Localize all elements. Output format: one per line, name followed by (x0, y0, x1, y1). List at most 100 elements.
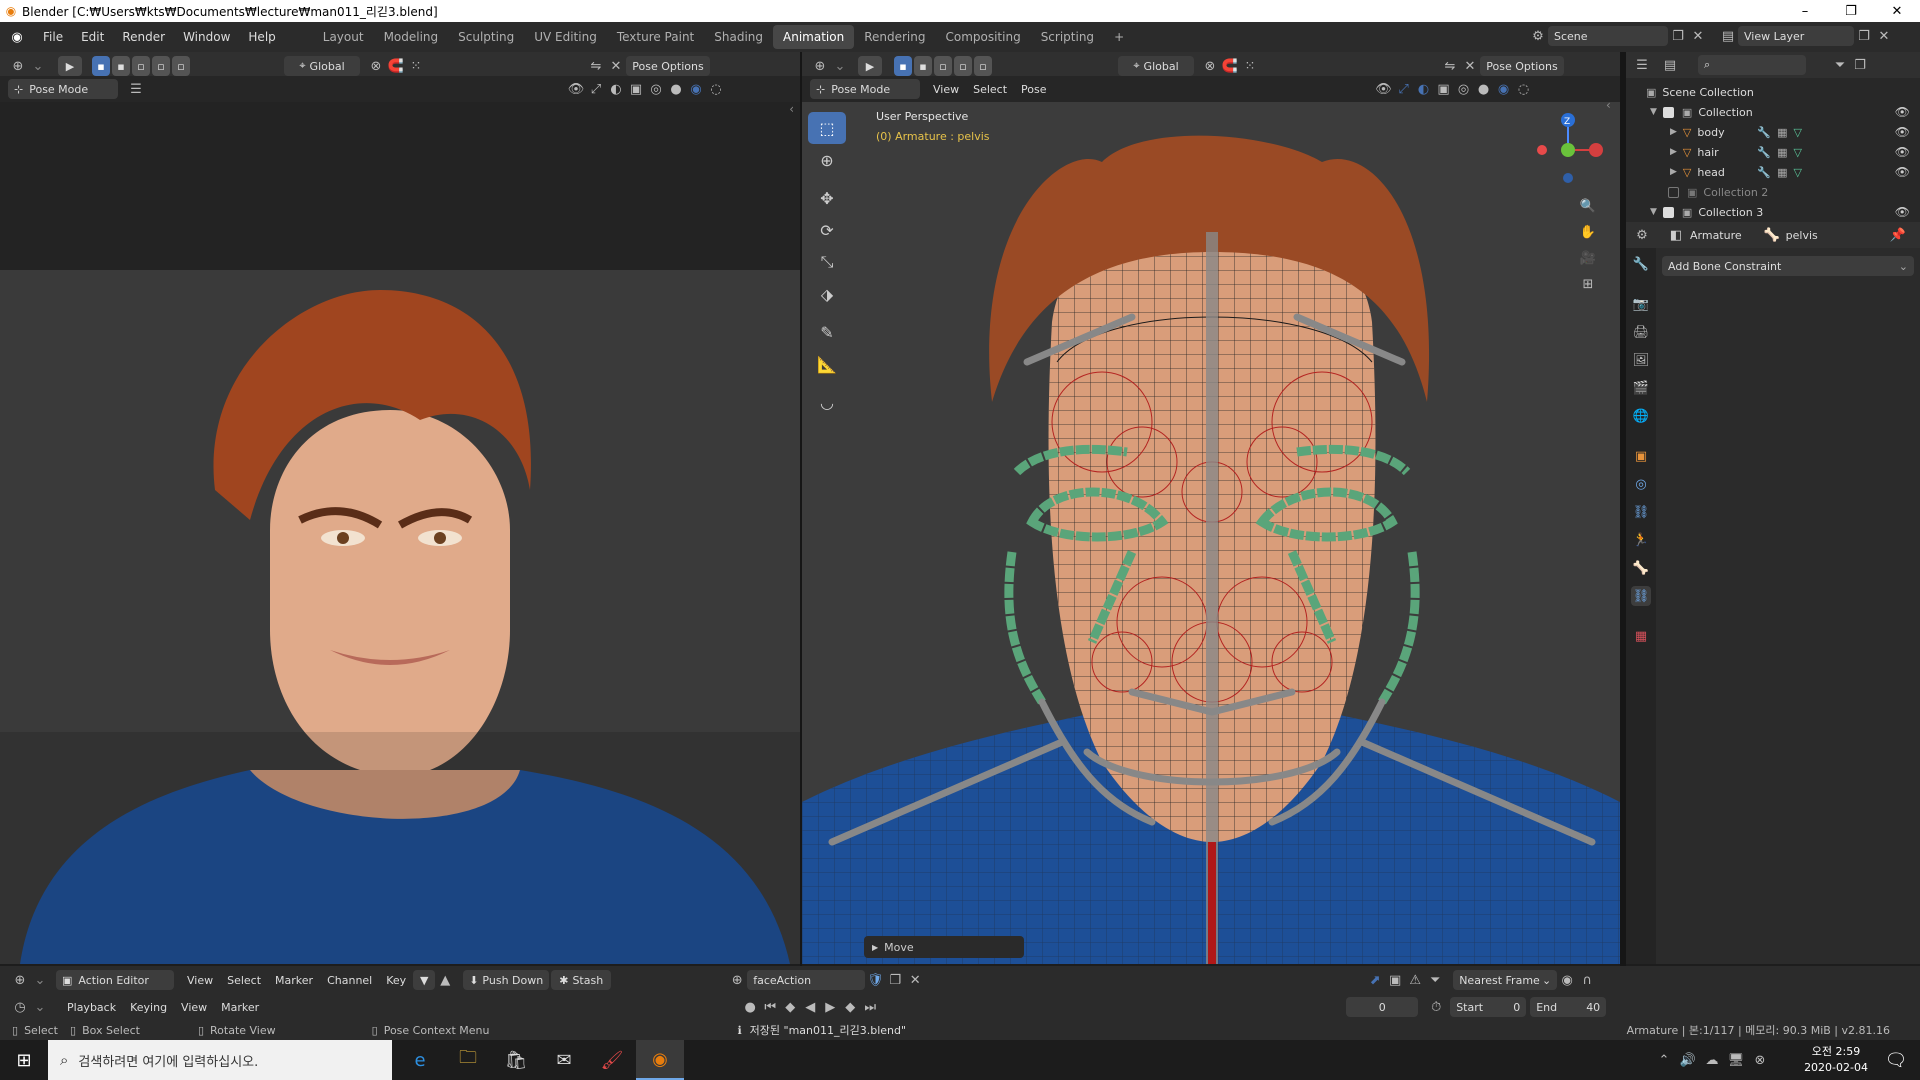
visibility-eye-icon[interactable]: 👁 (1895, 205, 1910, 219)
menu-view[interactable]: View (174, 996, 214, 1018)
select-mode-invert-icon[interactable]: ▫ (954, 56, 972, 76)
network-icon[interactable]: 🖥 (1726, 1050, 1746, 1070)
windows-start-icon[interactable]: ⊞ (0, 1040, 48, 1080)
workspace-tab-uv-editing[interactable]: UV Editing (524, 25, 607, 49)
menu-key[interactable]: Key (379, 969, 413, 991)
action-browse-icon[interactable]: ⊕ (727, 970, 747, 990)
mirror-icon[interactable]: ⇋ (586, 56, 606, 76)
menu-view[interactable]: View (926, 78, 966, 100)
visibility-icon[interactable]: 👁 (566, 79, 586, 99)
left-mode-dropdown[interactable]: ⊹ Pose Mode (8, 79, 118, 99)
menu-pose[interactable]: Pose (1014, 78, 1053, 100)
start-frame-field[interactable]: Start 0 (1450, 997, 1527, 1017)
falloff-icon[interactable]: ∩ (1577, 970, 1597, 990)
action-name-field[interactable]: faceAction (747, 970, 866, 990)
rendered-shading-icon[interactable]: ◌ (1514, 79, 1534, 99)
menu-select[interactable]: Select (220, 969, 268, 991)
sidebar-toggle-icon[interactable]: ‹ (1606, 102, 1611, 112)
left-pose-options-dropdown[interactable]: Pose Options (626, 56, 710, 76)
editor-type-icon[interactable]: ⊕ (10, 970, 30, 990)
annotate-tool-icon[interactable]: ✎ (808, 316, 846, 348)
outliner-item-collection-2[interactable]: ▣ Collection 2 (1626, 182, 1920, 202)
delete-scene-icon[interactable]: ✕ (1688, 26, 1708, 46)
menu-file[interactable]: File (34, 22, 72, 52)
right-pose-options-dropdown[interactable]: Pose Options (1480, 56, 1564, 76)
select-tool-icon[interactable]: ▶ (58, 56, 82, 76)
play-icon[interactable]: ▶ (820, 997, 840, 1017)
maximize-button[interactable]: ❐ (1828, 0, 1874, 22)
bone-constraint-tab-icon[interactable]: ⛓ (1631, 586, 1651, 606)
right-mode-dropdown[interactable]: ⊹ Pose Mode (810, 79, 920, 99)
xray-icon[interactable]: ▣ (1434, 79, 1454, 99)
right-transform-orientation[interactable]: ⌖ Global (1118, 56, 1194, 76)
end-frame-field[interactable]: End 40 (1530, 997, 1607, 1017)
navigation-gizmo[interactable]: Z (1522, 108, 1612, 188)
xray-icon[interactable]: ▣ (626, 79, 646, 99)
store-icon[interactable]: 🛍 (492, 1040, 540, 1080)
taskbar-search-input[interactable]: ⌕ 검색하려면 여기에 입력하십시오. (48, 1040, 392, 1080)
sidebar-toggle-icon[interactable]: ‹ (789, 102, 794, 116)
add-workspace-button[interactable]: + (1104, 25, 1134, 49)
menu-view[interactable]: View (180, 969, 220, 991)
menu-render[interactable]: Render (113, 22, 174, 52)
show-hidden-icon[interactable]: ▣ (1385, 970, 1405, 990)
editor-type-icon[interactable]: ⊕ (8, 56, 28, 76)
snap-icon[interactable]: 🧲 (1220, 56, 1240, 76)
push-down-button[interactable]: ⬇ Push Down (463, 970, 550, 990)
delete-view-layer-icon[interactable]: ✕ (1874, 26, 1894, 46)
editor-type-icon[interactable]: ◷ (10, 997, 30, 1017)
wireframe-shading-icon[interactable]: ◎ (1454, 79, 1474, 99)
last-operator-panel[interactable]: ▶ Move (864, 936, 1024, 958)
workspace-tab-layout[interactable]: Layout (313, 25, 374, 49)
outliner-item-collection[interactable]: ▼ ▣ Collection 👁 (1626, 102, 1920, 122)
tool-tab-icon[interactable]: 🔧 (1631, 254, 1651, 274)
overlay-icon[interactable]: ◐ (1414, 79, 1434, 99)
close-button[interactable]: ✕ (1874, 0, 1920, 22)
select-mode-subtract-icon[interactable]: ▫ (132, 56, 150, 76)
editor-type-icon[interactable]: ⊕ (810, 56, 830, 76)
workspace-tab-shading[interactable]: Shading (704, 25, 773, 49)
relax-pose-tool-icon[interactable]: ◡ (808, 386, 846, 418)
menu-help[interactable]: Help (239, 22, 284, 52)
select-mode-new-icon[interactable]: ▪ (894, 56, 912, 76)
blender-taskbar-icon[interactable]: ◉ (636, 1040, 684, 1080)
onedrive-icon[interactable]: ☁ (1702, 1050, 1722, 1070)
next-keyframe-icon[interactable]: ◆ (840, 997, 860, 1017)
output-tab-icon[interactable]: 🖨 (1631, 322, 1651, 342)
tray-overflow-icon[interactable]: ⌃ (1654, 1050, 1674, 1070)
overlay-icon[interactable]: ◐ (606, 79, 626, 99)
visibility-eye-icon[interactable]: 👁 (1895, 105, 1910, 119)
select-mode-extend-icon[interactable]: ▪ (112, 56, 130, 76)
pin-icon[interactable]: 📌 (1888, 225, 1908, 245)
material-shading-icon[interactable]: ◉ (686, 79, 706, 99)
select-mode-intersect-icon[interactable]: ▫ (974, 56, 992, 76)
rotate-tool-icon[interactable]: ⟳ (808, 214, 846, 246)
mirror-icon[interactable]: ⇋ (1440, 56, 1460, 76)
pivot-icon[interactable]: ⊗ (1200, 56, 1220, 76)
fake-user-shield-icon[interactable]: 🛡 (865, 970, 885, 990)
world-tab-icon[interactable]: 🌐 (1631, 406, 1651, 426)
outliner-item-body[interactable]: ▶ ▽ body 🔧 ▦ ▽ 👁 (1626, 122, 1920, 142)
x-axis-mirror-icon[interactable]: ✕ (606, 56, 626, 76)
display-mode-icon[interactable]: ▤ (1660, 55, 1680, 75)
workspace-tab-modeling[interactable]: Modeling (374, 25, 449, 49)
exclude-checkbox[interactable] (1662, 206, 1674, 218)
volume-icon[interactable]: 🔊 (1678, 1050, 1698, 1070)
select-tool-icon[interactable]: ▶ (858, 56, 882, 76)
ortho-grid-icon[interactable]: ⊞ (1578, 274, 1598, 294)
snap-mode-dropdown[interactable]: Nearest Frame ⌄ (1453, 970, 1558, 990)
filter-icon[interactable]: ⏷ (1830, 55, 1850, 75)
scene-icon[interactable]: ⚙ (1528, 26, 1548, 46)
record-icon[interactable]: ● (740, 997, 760, 1017)
menu-channel[interactable]: Channel (320, 969, 379, 991)
only-selected-icon[interactable]: ⬈ (1365, 970, 1385, 990)
file-explorer-icon[interactable]: 🗀 (444, 1040, 492, 1080)
keyframe-up-icon[interactable]: ▲ (435, 970, 455, 990)
armature-data-tab-icon[interactable]: 🏃 (1631, 530, 1651, 550)
new-action-icon[interactable]: ❐ (885, 970, 905, 990)
view-layer-icon[interactable]: ▤ (1718, 26, 1738, 46)
x-axis-mirror-icon[interactable]: ✕ (1460, 56, 1480, 76)
outliner-item-head[interactable]: ▶ ▽ head 🔧 ▦ ▽ 👁 (1626, 162, 1920, 182)
select-mode-new-icon[interactable]: ▪ (92, 56, 110, 76)
editor-type-icon[interactable]: ⚙ (1632, 225, 1652, 245)
